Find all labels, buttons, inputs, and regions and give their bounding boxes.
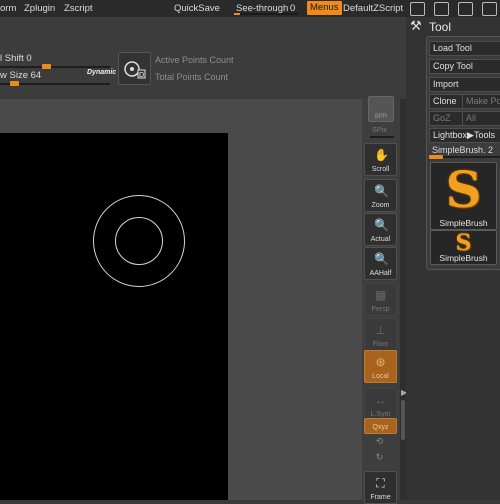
top-menu-bar: orm Zplugin Zscript QuickSave See-throug… <box>0 0 500 18</box>
draw-size-knob[interactable] <box>10 81 19 86</box>
total-points-label: Total Points Count <box>155 72 229 82</box>
scroll-button[interactable]: ✋ Scroll <box>364 143 397 176</box>
magnifier-icon: 🔍 <box>374 252 389 266</box>
floor-button[interactable]: ⊥ Floor <box>364 318 397 351</box>
frame-icon: ⛶ <box>376 476 385 490</box>
document-viewport[interactable] <box>0 133 228 500</box>
brush-cursor-inner-ring <box>115 217 163 265</box>
goz-button[interactable]: GoZ <box>429 111 464 126</box>
rotate-z-icon[interactable]: ↻ <box>364 452 395 463</box>
frame-button[interactable]: ⛶ Frame <box>364 471 397 504</box>
symmetry-icon: ↔ <box>374 393 387 407</box>
menu-zplugin[interactable]: Zplugin <box>24 3 55 14</box>
simplebrush-small-icon: S <box>455 230 472 256</box>
draw-shift-label: l Shift 0 <box>0 53 32 64</box>
menu-transform[interactable]: orm <box>0 3 16 14</box>
brush-slider-label: SimpleBrush. 2 <box>432 145 494 155</box>
hammer-icon: ⚒ <box>410 18 422 33</box>
see-through-slider[interactable] <box>234 13 298 15</box>
recent-tool-label: SimpleBrush <box>439 253 488 263</box>
menus-toggle-button[interactable]: Menus <box>307 1 342 15</box>
lsym-button[interactable]: ↔ L.Sym <box>364 388 397 421</box>
dynamic-toggle[interactable]: Dynamic <box>87 69 116 76</box>
shelf-scroll-thumb[interactable] <box>401 400 405 440</box>
goz-all-button[interactable]: All <box>462 111 500 126</box>
menu-zscript[interactable]: Zscript <box>64 3 93 14</box>
make-polymesh-button[interactable]: Make Po <box>462 94 500 109</box>
current-tool-thumbnail[interactable]: S SimpleBrush <box>430 160 497 230</box>
floor-icon: ⊥ <box>375 323 386 337</box>
magnifier-icon: 🔍 <box>374 218 389 232</box>
lightbox-tools-button[interactable]: Lightbox▶Tools <box>429 128 500 143</box>
current-tool-label: SimpleBrush <box>439 218 488 228</box>
points-count-button[interactable]: D <box>118 52 151 85</box>
draw-shift-knob[interactable] <box>42 64 51 69</box>
simplebrush-icon: S <box>445 160 482 219</box>
ui-icon[interactable] <box>482 2 497 16</box>
tool-palette-title[interactable]: Tool <box>429 20 451 34</box>
xyz-button[interactable]: Qxyz <box>364 418 397 434</box>
swap-icon[interactable] <box>434 2 449 16</box>
see-through-slider-fill <box>234 13 240 15</box>
grid-icon: ▦ <box>374 288 387 302</box>
import-button[interactable]: Import <box>429 77 500 92</box>
default-zscript-button[interactable]: DefaultZScript <box>343 3 403 14</box>
draw-size-label: w Size 64 <box>0 70 42 81</box>
spix-label: SPix <box>372 127 387 134</box>
brush-slider-knob[interactable] <box>429 155 443 159</box>
layout-icon[interactable] <box>410 2 425 16</box>
aahalf-button[interactable]: 🔍 AAHalf <box>364 247 397 280</box>
quicksave-button[interactable]: QuickSave <box>174 3 220 14</box>
perspective-button[interactable]: ▦ Persp <box>364 283 397 316</box>
load-tool-button[interactable]: Load Tool <box>429 41 500 56</box>
bpr-render-button[interactable]: BPR <box>368 96 394 122</box>
active-points-label: Active Points Count <box>155 55 234 65</box>
palette-icon[interactable] <box>458 2 473 16</box>
local-symmetry-icon: ⊛ <box>375 355 386 369</box>
spix-slider[interactable] <box>370 136 394 138</box>
copy-tool-button[interactable]: Copy Tool <box>429 59 500 74</box>
magnifier-icon: 🔍 <box>374 184 389 198</box>
hand-icon: ✋ <box>374 148 389 162</box>
point-cloud-icon: D <box>124 61 146 79</box>
rotate-y-icon[interactable]: ⟲ <box>364 436 395 447</box>
svg-text:D: D <box>139 72 144 79</box>
local-button[interactable]: ⊛ Local <box>364 350 397 383</box>
clone-button[interactable]: Clone <box>429 94 464 109</box>
recent-tool-thumbnail[interactable]: S SimpleBrush <box>430 230 497 265</box>
draw-shift-slider[interactable] <box>0 66 110 68</box>
zoom-button[interactable]: 🔍 Zoom <box>364 179 397 212</box>
actual-size-button[interactable]: 🔍 Actual <box>364 213 397 246</box>
